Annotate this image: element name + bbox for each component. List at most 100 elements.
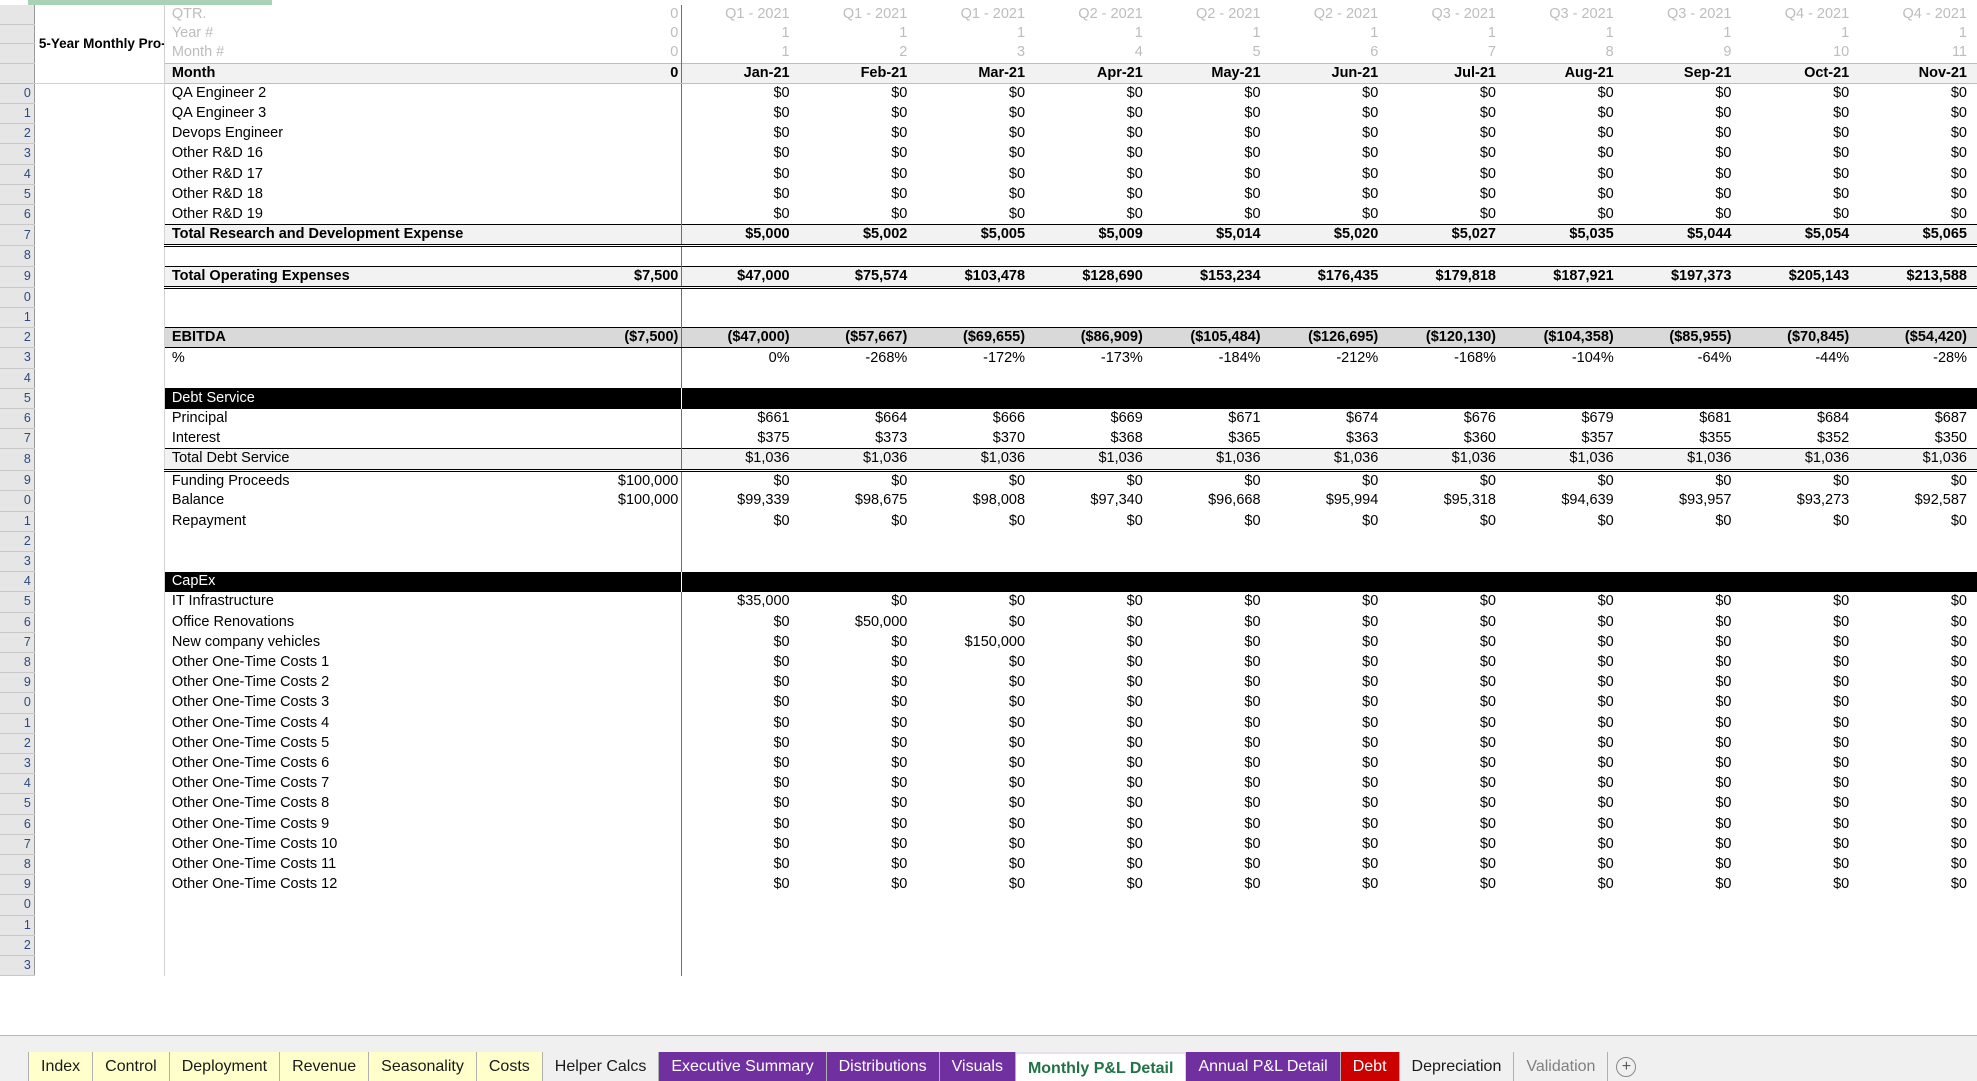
data-cell[interactable]: $0	[1741, 632, 1859, 652]
data-cell[interactable]: $0	[1388, 83, 1506, 103]
data-cell[interactable]: $0	[800, 693, 918, 713]
row-header[interactable]: 9	[0, 673, 34, 693]
data-cell[interactable]: $0	[1624, 653, 1742, 673]
row-header[interactable]: 3	[0, 551, 34, 571]
data-cell[interactable]	[682, 388, 800, 408]
data-cell[interactable]: $0	[1506, 164, 1624, 184]
data-cell[interactable]: $99,339	[682, 491, 800, 511]
data-cell[interactable]	[682, 246, 800, 266]
row-total-cell[interactable]	[592, 225, 682, 246]
col-a-cell[interactable]	[34, 814, 164, 834]
data-cell[interactable]: $0	[1859, 205, 1977, 225]
row-header[interactable]	[0, 43, 34, 63]
data-cell[interactable]: $0	[1624, 794, 1742, 814]
data-cell[interactable]	[1624, 915, 1742, 935]
data-cell[interactable]: $96,668	[1153, 491, 1271, 511]
empty-cell[interactable]	[164, 956, 592, 976]
data-cell[interactable]: $5,014	[1153, 225, 1271, 246]
data-cell[interactable]	[1035, 551, 1153, 571]
row-total-cell[interactable]	[592, 104, 682, 124]
row-header[interactable]: 6	[0, 205, 34, 225]
row-total-cell[interactable]	[592, 449, 682, 470]
data-cell[interactable]: $50,000	[800, 612, 918, 632]
data-cell[interactable]	[1859, 246, 1977, 266]
data-cell[interactable]: $0	[1271, 205, 1389, 225]
data-cell[interactable]	[1388, 915, 1506, 935]
data-cell[interactable]	[682, 572, 800, 592]
data-cell[interactable]: $0	[800, 144, 918, 164]
data-cell[interactable]: $0	[1859, 470, 1977, 491]
data-cell[interactable]: $0	[682, 470, 800, 491]
row-label[interactable]: Total Debt Service	[164, 449, 592, 470]
data-cell[interactable]: $0	[1506, 855, 1624, 875]
data-cell[interactable]	[1624, 246, 1742, 266]
col-a-cell[interactable]	[34, 875, 164, 895]
row-header[interactable]: 4	[0, 774, 34, 794]
header-month-num-cell[interactable]: 6	[1271, 43, 1389, 63]
data-cell[interactable]	[1271, 287, 1389, 307]
data-cell[interactable]: $350	[1859, 429, 1977, 449]
data-cell[interactable]: $94,639	[1506, 491, 1624, 511]
data-cell[interactable]: $0	[1624, 184, 1742, 204]
data-cell[interactable]	[1271, 388, 1389, 408]
row-header[interactable]: 3	[0, 956, 34, 976]
data-cell[interactable]	[1741, 895, 1859, 915]
header-year-cell[interactable]: 1	[682, 24, 800, 43]
data-cell[interactable]	[1859, 915, 1977, 935]
data-cell[interactable]: $0	[1388, 144, 1506, 164]
data-cell[interactable]	[917, 572, 1035, 592]
data-cell[interactable]: $0	[682, 794, 800, 814]
data-cell[interactable]	[1388, 308, 1506, 328]
data-cell[interactable]: $0	[917, 713, 1035, 733]
empty-cell[interactable]	[164, 551, 592, 571]
data-cell[interactable]	[1624, 388, 1742, 408]
data-cell[interactable]: $0	[917, 184, 1035, 204]
data-cell[interactable]: $0	[1271, 754, 1389, 774]
row-header[interactable]	[0, 63, 34, 83]
data-cell[interactable]: $5,005	[917, 225, 1035, 246]
data-cell[interactable]: $1,036	[917, 449, 1035, 470]
data-cell[interactable]	[917, 915, 1035, 935]
row-header[interactable]: 5	[0, 794, 34, 814]
row-label[interactable]: Other R&D 18	[164, 184, 592, 204]
col-a-cell[interactable]	[34, 915, 164, 935]
data-cell[interactable]	[1624, 895, 1742, 915]
data-cell[interactable]: $363	[1271, 429, 1389, 449]
col-a-cell[interactable]	[34, 935, 164, 955]
data-cell[interactable]	[1035, 246, 1153, 266]
data-cell[interactable]	[682, 308, 800, 328]
row-total-cell[interactable]	[592, 531, 682, 551]
data-cell[interactable]: $373	[800, 429, 918, 449]
data-cell[interactable]	[1153, 287, 1271, 307]
data-cell[interactable]: $0	[1388, 733, 1506, 753]
data-cell[interactable]: $0	[1035, 83, 1153, 103]
data-cell[interactable]: $0	[1506, 592, 1624, 612]
data-cell[interactable]: $0	[917, 814, 1035, 834]
data-cell[interactable]: $0	[1624, 470, 1742, 491]
data-cell[interactable]: $0	[1506, 470, 1624, 491]
data-cell[interactable]: $0	[1624, 511, 1742, 531]
row-total-cell[interactable]	[592, 834, 682, 854]
header-month-num-cell[interactable]: 3	[917, 43, 1035, 63]
row-header[interactable]: 6	[0, 612, 34, 632]
data-cell[interactable]: $679	[1506, 409, 1624, 429]
header-month-cell[interactable]: Aug-21	[1506, 63, 1624, 83]
header-month-cell[interactable]: May-21	[1153, 63, 1271, 83]
data-cell[interactable]	[800, 895, 918, 915]
data-cell[interactable]: $0	[1153, 164, 1271, 184]
data-cell[interactable]	[682, 915, 800, 935]
data-cell[interactable]	[1388, 956, 1506, 976]
data-cell[interactable]: $0	[1859, 632, 1977, 652]
row-label[interactable]: Other One-Time Costs 11	[164, 855, 592, 875]
row-header[interactable]: 3	[0, 754, 34, 774]
col-a-cell[interactable]	[34, 144, 164, 164]
data-cell[interactable]: $669	[1035, 409, 1153, 429]
data-cell[interactable]: $0	[1624, 875, 1742, 895]
data-cell[interactable]: $0	[682, 733, 800, 753]
data-cell[interactable]: $179,818	[1388, 266, 1506, 287]
data-cell[interactable]	[1388, 287, 1506, 307]
data-cell[interactable]: $0	[1035, 673, 1153, 693]
empty-cell[interactable]	[164, 246, 592, 266]
row-header[interactable]: 5	[0, 592, 34, 612]
sheet-tab-index[interactable]: Index	[28, 1052, 93, 1081]
